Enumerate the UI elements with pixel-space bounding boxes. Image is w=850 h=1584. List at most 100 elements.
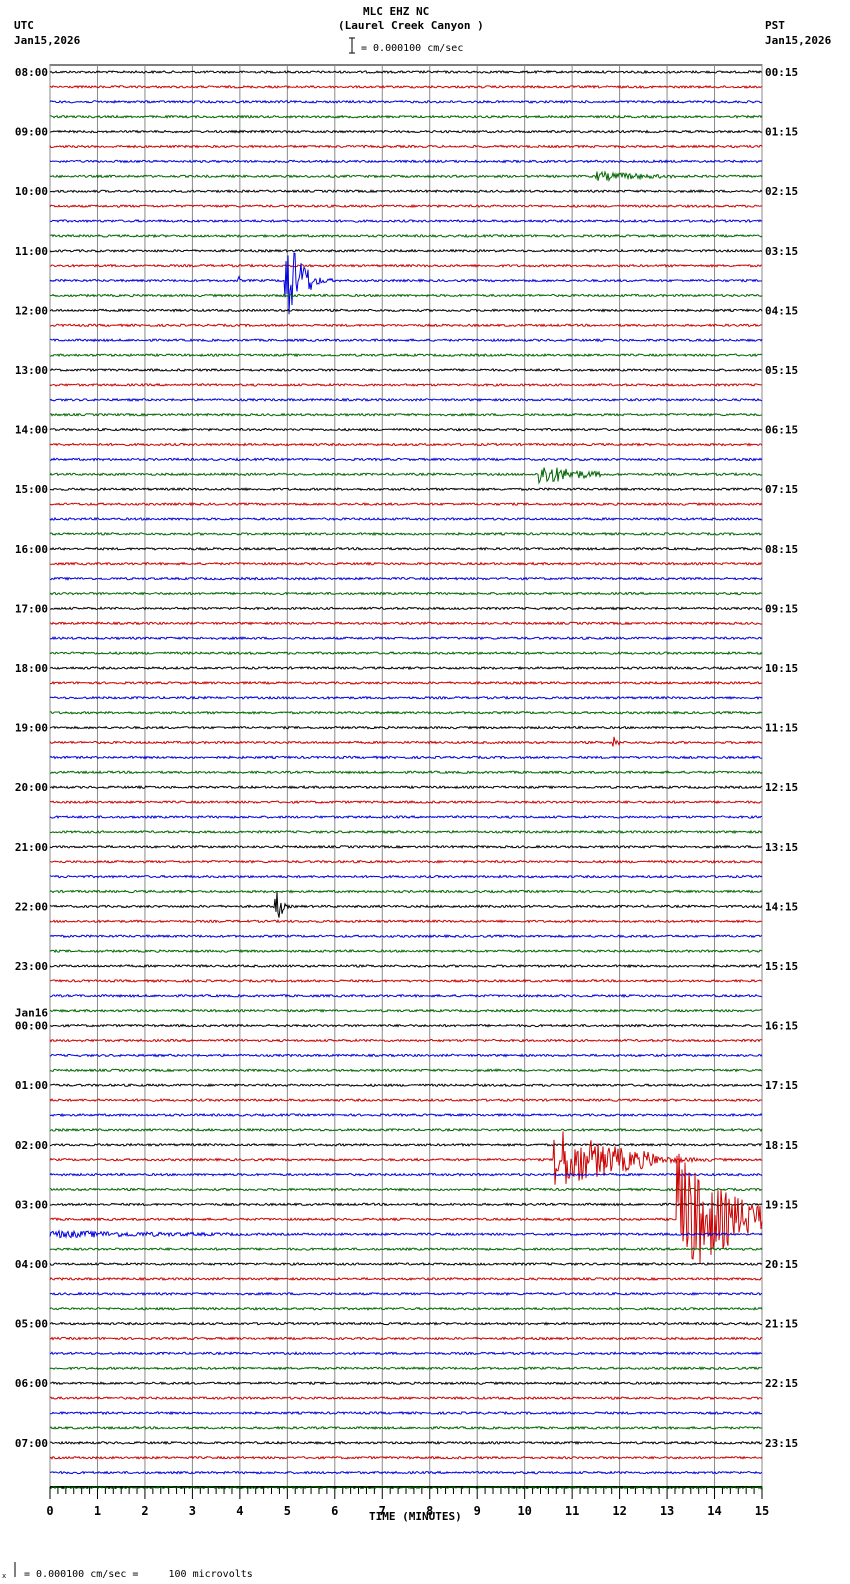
pst-hour-label: 23:15 (765, 1437, 798, 1450)
seismic-trace (49, 412, 763, 417)
x-tick-label: 13 (660, 1504, 674, 1518)
utc-hour-label: 21:00 (15, 841, 48, 854)
seismic-trace (49, 1366, 763, 1371)
helicorder-plot: 0 1 2 3 4 5 6 7 8 9 10 11 12 13 14 1508:00 00:1509:00 01:… (14, 37, 798, 1577)
seismic-trace (49, 1023, 762, 1028)
utc-hour-label: 13:00 (15, 364, 48, 377)
seismic-trace (49, 829, 763, 835)
seismic-trace (49, 367, 763, 373)
seismic-trace (49, 1276, 763, 1282)
pst-hour-label: 18:15 (765, 1139, 798, 1152)
seismic-trace (49, 1381, 763, 1386)
seismic-trace (49, 1455, 763, 1460)
pst-hour-label: 22:15 (765, 1377, 798, 1390)
seismic-trace (49, 382, 762, 387)
seismic-trace (49, 1396, 763, 1401)
seismic-trace (49, 736, 763, 747)
seismic-trace (49, 248, 763, 253)
seismic-trace (49, 1306, 763, 1311)
seismic-trace (49, 993, 763, 999)
utc-hour-label: 11:00 (15, 245, 48, 258)
seismic-trace (49, 203, 763, 209)
seismic-trace (49, 159, 763, 164)
utc-hour-label: 01:00 (15, 1079, 48, 1092)
utc-hour-label: 19:00 (15, 722, 48, 735)
pst-hour-label: 06:15 (765, 424, 798, 437)
pst-hour-label: 20:15 (765, 1258, 798, 1271)
seismic-trace (49, 1187, 763, 1192)
seismic-trace (49, 129, 763, 134)
x-tick-label: 5 (284, 1504, 291, 1518)
pst-hour-label: 05:15 (765, 364, 798, 377)
seismic-trace (49, 293, 763, 298)
utc-hour-label: 22:00 (15, 900, 48, 913)
seismic-trace (49, 1097, 763, 1103)
x-tick-label: 15 (755, 1504, 769, 1518)
seismic-trace (49, 252, 763, 315)
seismic-trace (49, 170, 763, 183)
seismic-trace (49, 606, 763, 611)
seismic-trace (49, 308, 763, 313)
x-tick-label: 9 (474, 1504, 481, 1518)
seismic-trace (49, 963, 763, 969)
seismic-trace (49, 844, 763, 849)
seismic-trace (50, 665, 763, 671)
seismic-trace (49, 680, 763, 686)
seismic-trace (49, 1131, 763, 1185)
x-tick-label: 14 (707, 1504, 721, 1518)
seismic-trace (49, 531, 763, 537)
seismic-trace (49, 1410, 762, 1416)
seismic-trace (49, 427, 763, 432)
pst-hour-label: 21:15 (765, 1318, 798, 1331)
x-tick-label: 1 (94, 1504, 101, 1518)
pst-hour-label: 09:15 (765, 602, 798, 615)
utc-hour-label: 23:00 (15, 960, 48, 973)
pst-hour-label: 02:15 (765, 185, 798, 198)
utc-hour-label: 00:00 (15, 1020, 48, 1033)
utc-hour-label: 15:00 (15, 483, 48, 496)
seismic-trace (49, 889, 763, 894)
pst-hour-label: 14:15 (765, 900, 798, 913)
seismic-trace (49, 546, 763, 551)
pst-hour-label: 13:15 (765, 841, 798, 854)
seismic-trace (49, 189, 763, 194)
seismic-trace (49, 1440, 763, 1446)
seismic-trace (49, 636, 763, 641)
seismic-trace (49, 501, 763, 507)
seismic-trace (49, 561, 763, 566)
seismic-trace (49, 69, 763, 75)
seismic-trace (49, 1261, 763, 1267)
seismic-trace (49, 770, 763, 775)
seismic-trace (50, 457, 763, 462)
seismic-trace (49, 1153, 763, 1264)
seismic-trace (49, 114, 763, 119)
seismic-trace (49, 1112, 763, 1118)
seismic-trace (49, 1172, 763, 1177)
utc-hour-label: 10:00 (15, 185, 48, 198)
seismic-trace (49, 516, 763, 522)
utc-hour-label: 18:00 (15, 662, 48, 675)
utc-hour-label: 17:00 (15, 602, 48, 615)
seismic-trace (49, 1068, 763, 1073)
pst-hour-label: 17:15 (765, 1079, 798, 1092)
date-change-label: Jan16 (15, 1007, 48, 1020)
pst-hour-label: 03:15 (765, 245, 798, 258)
seismic-trace (49, 467, 763, 485)
seismic-trace (49, 591, 763, 596)
seismic-trace (49, 397, 763, 402)
seismic-trace (49, 1083, 763, 1088)
utc-hour-label: 05:00 (15, 1318, 48, 1331)
x-tick-label: 2 (141, 1504, 148, 1518)
pst-hour-label: 10:15 (765, 662, 798, 675)
utc-hour-label: 06:00 (15, 1377, 48, 1390)
seismic-trace (49, 874, 763, 879)
seismic-trace (49, 725, 763, 730)
pst-hour-label: 16:15 (765, 1020, 798, 1033)
seismic-trace (49, 814, 763, 820)
seismic-trace (49, 1470, 763, 1475)
seismic-trace (49, 1291, 763, 1296)
x-tick-label: 3 (189, 1504, 196, 1518)
seismic-trace (49, 1229, 763, 1239)
utc-hour-label: 20:00 (15, 781, 48, 794)
seismic-trace (49, 218, 763, 224)
